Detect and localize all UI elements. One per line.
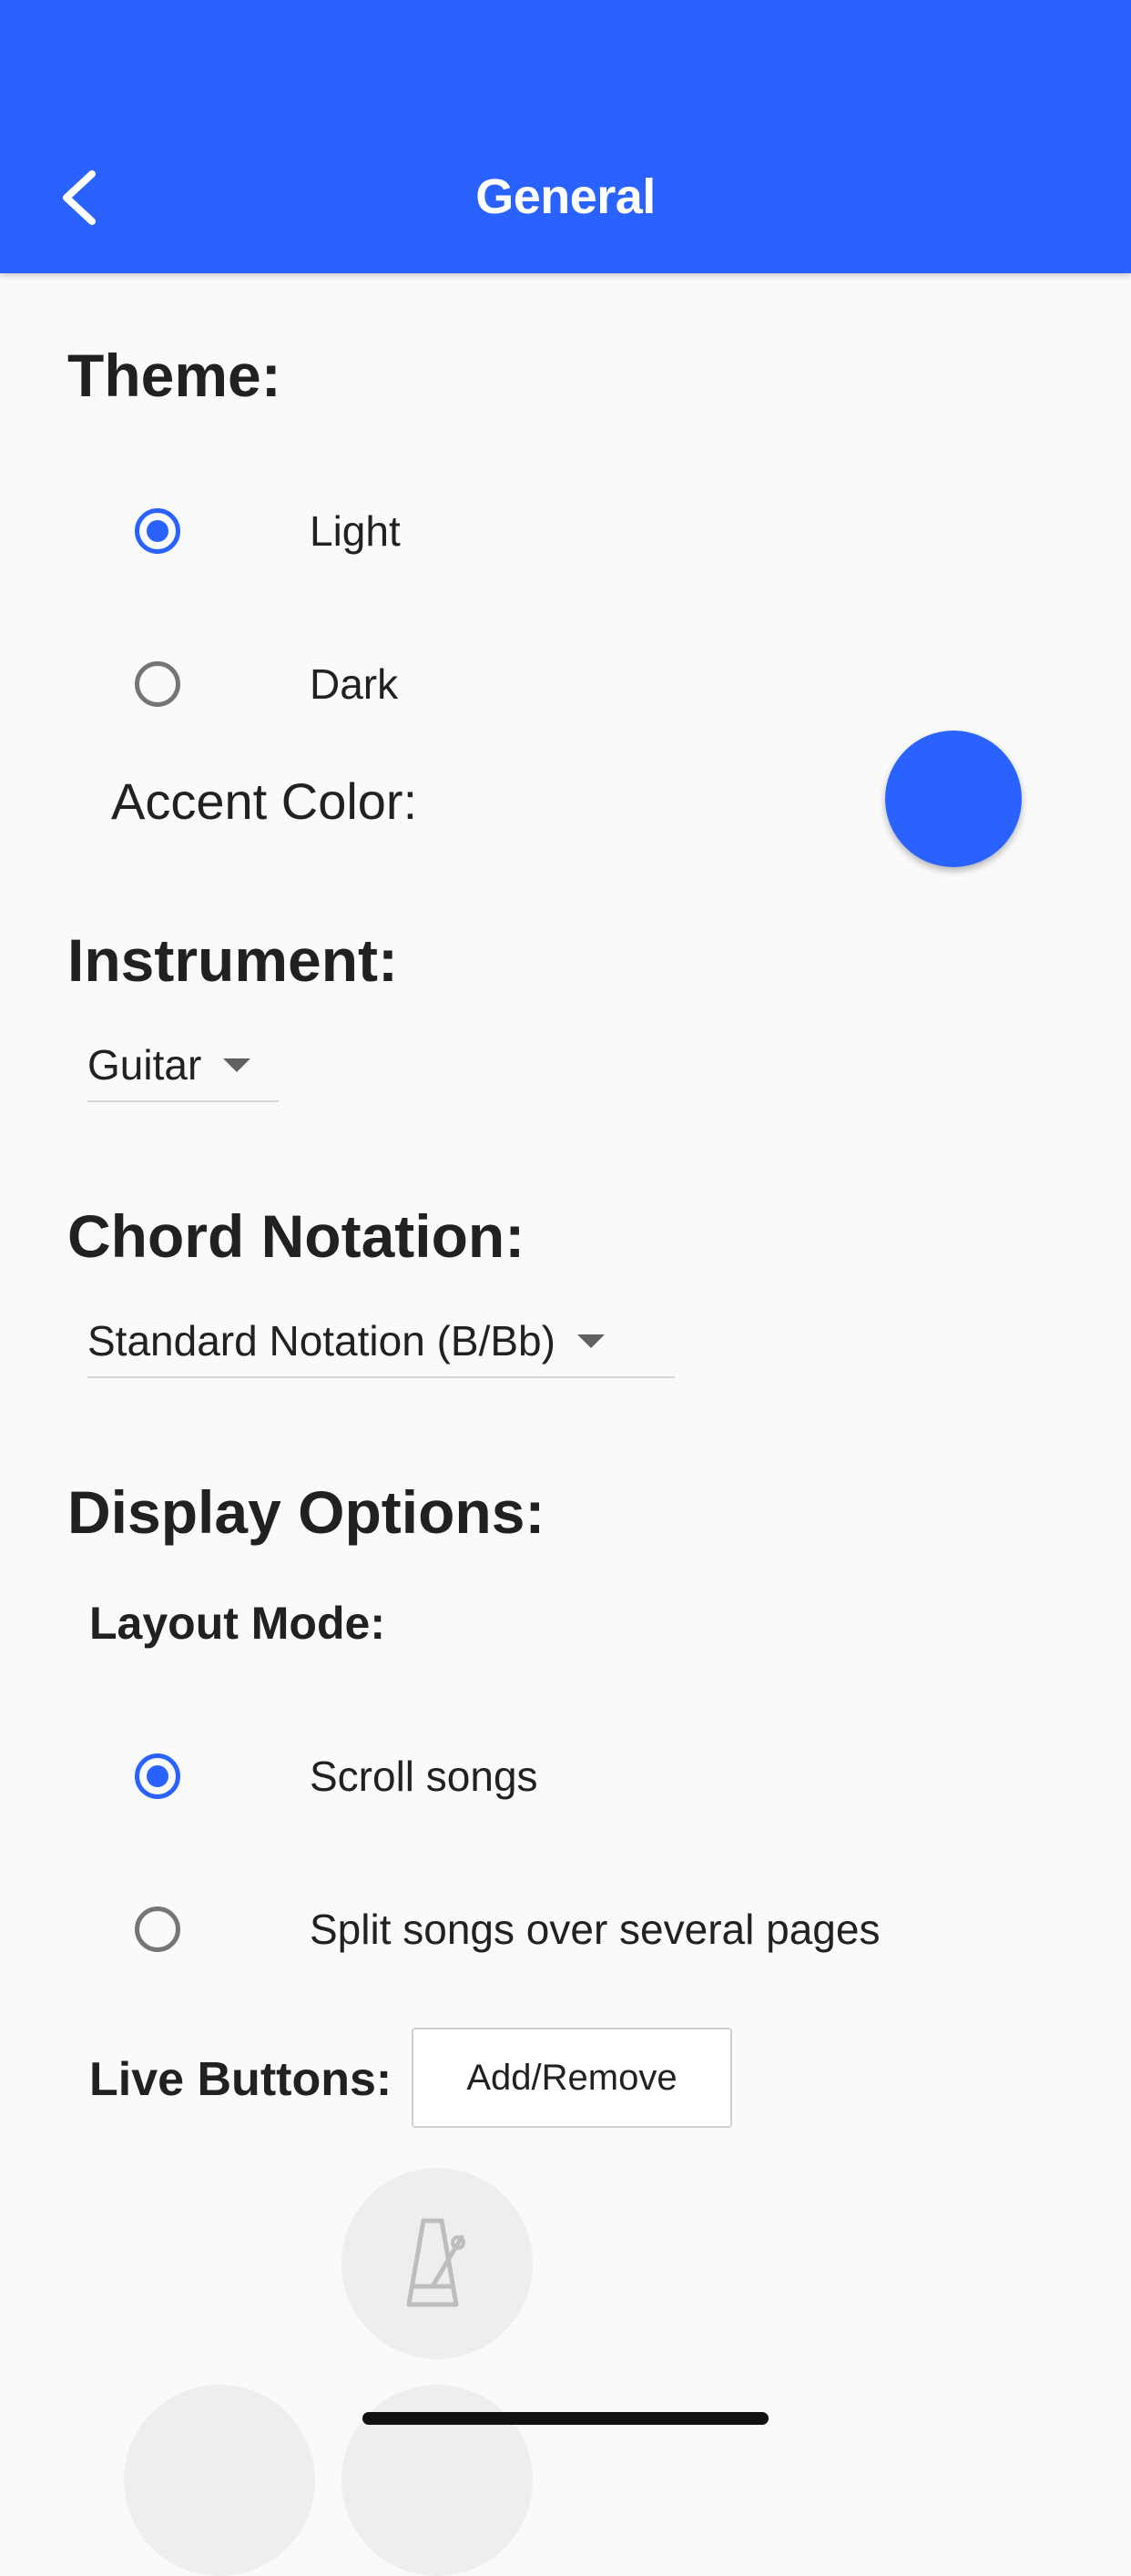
live-buttons-label: Live Buttons: (89, 2053, 392, 2106)
metronome-live-button[interactable] (341, 2168, 533, 2359)
radio-unselected-icon[interactable] (135, 1906, 180, 1952)
layout-option-scroll[interactable]: Scroll songs (135, 1740, 538, 1813)
layout-option-split[interactable]: Split songs over several pages (135, 1893, 880, 1966)
accent-color-label: Accent Color: (111, 772, 418, 830)
theme-option-label: Light (310, 507, 401, 555)
radio-selected-icon[interactable] (135, 508, 180, 554)
accent-color-swatch[interactable] (885, 731, 1022, 867)
caret-down-icon (223, 1058, 251, 1072)
theme-option-light[interactable]: Light (135, 495, 401, 567)
metronome-icon (406, 2218, 465, 2307)
instrument-dropdown[interactable]: Guitar (87, 1029, 279, 1102)
layout-option-label: Scroll songs (310, 1753, 538, 1800)
theme-section-title: Theme: (67, 342, 281, 409)
live-button-2[interactable] (124, 2385, 315, 2576)
layout-mode-title: Layout Mode: (89, 1598, 385, 1649)
theme-option-label: Dark (310, 660, 399, 708)
display-options-section-title: Display Options: (67, 1478, 545, 1546)
instrument-section-title: Instrument: (67, 926, 398, 994)
app-header: General (0, 0, 1131, 273)
chord-notation-dropdown[interactable]: Standard Notation (B/Bb) (87, 1305, 675, 1378)
layout-option-label: Split songs over several pages (310, 1906, 881, 1953)
home-indicator (362, 2412, 769, 2425)
caret-down-icon (576, 1334, 605, 1348)
add-remove-button[interactable]: Add/Remove (412, 2028, 732, 2128)
chord-notation-section-title: Chord Notation: (67, 1202, 525, 1270)
chord-notation-dropdown-value: Standard Notation (B/Bb) (87, 1317, 555, 1365)
instrument-dropdown-value: Guitar (87, 1041, 202, 1089)
radio-selected-icon[interactable] (135, 1753, 180, 1799)
radio-unselected-icon[interactable] (135, 661, 180, 707)
page-title: General (475, 169, 656, 224)
theme-option-dark[interactable]: Dark (135, 648, 398, 721)
